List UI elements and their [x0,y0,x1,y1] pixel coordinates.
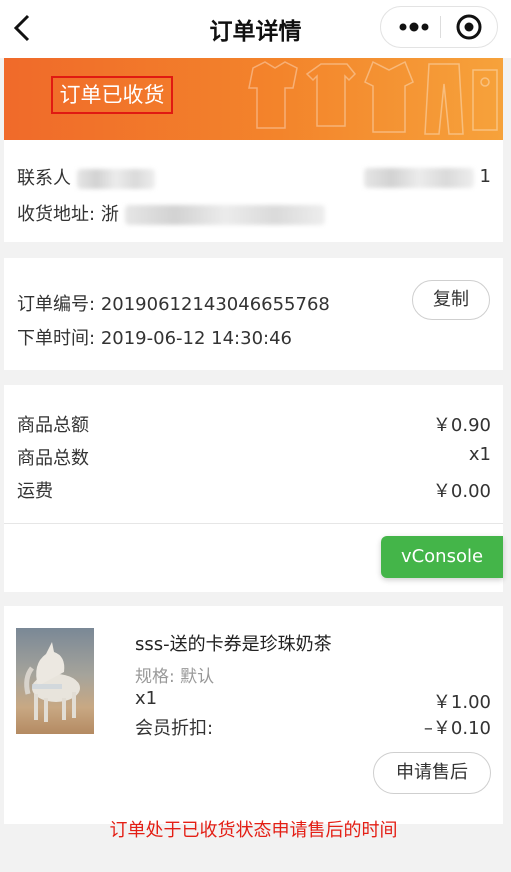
spec-value: 默认 [180,667,215,687]
product-card: sss-送的卡券是珍珠奶茶 规格: 默认 x1 ￥1.00 会员折扣: –￥0.… [4,606,503,841]
shipping-value: ￥0.00 [432,481,491,502]
contact-row: 联系人 [17,164,155,190]
summary-divider [4,523,503,524]
order-time-label: 下单时间: [17,328,96,349]
copy-button[interactable]: 复制 [412,280,490,320]
order-time-value: 2019-06-12 14:30:46 [100,328,292,349]
order-status-label: 订单已收货 [51,76,173,114]
capsule-divider [440,16,441,38]
unicorn-image [24,642,80,722]
phone-tail: 1 [479,166,491,187]
total-label: 商品总额 [17,415,89,436]
spec-label: 规格: [135,667,175,687]
clothing-pattern-decoration [248,60,498,135]
apply-aftersale-button[interactable]: 申请售后 [373,752,491,794]
shipping-label: 运费 [17,481,53,502]
discount-label: 会员折扣: [135,718,214,739]
order-info-card: 订单编号: 20190612143046655768 下单时间: 2019-06… [4,258,503,370]
order-number-row: 订单编号: 20190612143046655768 [17,290,330,316]
product-price: ￥1.00 [432,692,491,713]
product-qty: x1 [135,688,158,709]
address-redacted [124,205,325,225]
more-dots-icon[interactable] [393,7,437,47]
contact-label: 联系人 [17,168,71,189]
mini-program-capsule [380,6,498,48]
annotation-note: 订单处于已收货状态申请售后的时间 [109,820,398,841]
discount-value: –￥0.10 [423,718,491,739]
count-value: x1 [468,444,491,465]
count-label: 商品总数 [17,448,89,469]
product-name: sss-送的卡券是珍珠奶茶 [135,634,332,655]
phone-row: 1 [364,166,491,188]
nav-bar: 订单详情 [0,0,511,58]
product-spec-row: 规格: 默认 [135,662,214,687]
total-value: ￥0.90 [432,415,491,436]
order-status-banner: 订单已收货 [4,58,503,140]
order-number-value: 20190612143046655768 [100,294,330,315]
address-prefix: 浙 [100,204,119,225]
vconsole-button[interactable]: vConsole [381,536,503,578]
target-icon[interactable] [449,7,493,47]
order-number-label: 订单编号: [17,294,96,315]
address-card: 联系人 1 收货地址: 浙 [4,140,503,242]
phone-redacted [364,167,475,188]
product-thumbnail[interactable] [16,628,94,734]
contact-name-redacted [76,169,155,189]
order-time-row: 下单时间: 2019-06-12 14:30:46 [17,324,292,350]
address-label: 收货地址: [17,204,96,225]
address-row: 收货地址: 浙 [17,200,325,226]
